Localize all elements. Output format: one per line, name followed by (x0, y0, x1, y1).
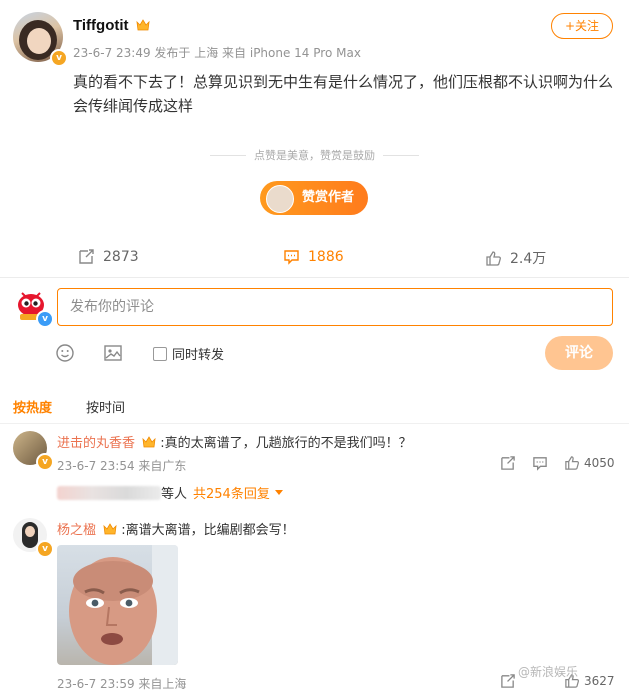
comment-body: 杨之楹 :离谱大离谱，比编剧都会写！ (57, 519, 295, 538)
comment-count: 1886 (308, 248, 344, 265)
follow-button[interactable]: +关注 (551, 13, 613, 39)
like-count: 2.4万 (510, 251, 547, 267)
reply-count[interactable]: 共254条回复 (193, 483, 270, 502)
reward-note: 点赞是美意，赞赏是鼓励 (0, 147, 629, 163)
verified-badge-icon: v (36, 310, 54, 328)
repost-check-label: 同时转发 (172, 348, 225, 363)
repost-action[interactable]: 2873 (78, 248, 139, 265)
reward-note-text: 点赞是美意，赞赏是鼓励 (254, 149, 375, 162)
commenter-name[interactable]: 杨之楹 (57, 523, 96, 538)
comment-text: :离谱大离谱，比编剧都会写！ (121, 523, 295, 538)
repost-count: 2873 (103, 248, 139, 265)
chevron-down-icon (274, 490, 283, 495)
comment-meta: 23-6-7 23:59 来自上海 (57, 677, 187, 691)
image-icon[interactable] (103, 343, 123, 363)
author-name[interactable]: Tiffgotit (73, 17, 129, 34)
tab-sort-time[interactable]: 按时间 (86, 397, 125, 416)
comment-input[interactable] (57, 288, 613, 326)
comment-image[interactable] (57, 545, 178, 665)
reward-author-button[interactable]: 赞赏作者 (260, 181, 368, 215)
verified-badge-icon: v (36, 540, 54, 558)
crown-icon (103, 523, 117, 535)
repost-checkbox[interactable]: 同时转发 (153, 344, 224, 363)
post-meta: 23-6-7 23:49 发布于 上海 来自 iPhone 14 Pro Max (73, 46, 361, 60)
divider (0, 277, 629, 278)
meme-face-image (69, 545, 178, 665)
commenter-name[interactable]: 进击的丸香香 (57, 436, 135, 451)
reward-button-label: 赞赏作者 (302, 190, 355, 205)
blurred-usernames (57, 485, 161, 500)
comment-like-count: 4050 (584, 456, 615, 470)
comment-meta: 23-6-7 23:54 来自广东 (57, 459, 187, 473)
crown-icon (142, 436, 156, 448)
crown-icon (136, 19, 150, 31)
checkbox-box[interactable] (153, 346, 167, 361)
comment-text: :真的太离谱了，几趟旅行的不是我们吗！？ (160, 436, 412, 451)
tab-sort-hot[interactable]: 按热度 (13, 397, 52, 416)
comment-body: 进击的丸香香 :真的太离谱了，几趟旅行的不是我们吗！？ (57, 432, 412, 451)
reward-avatar (266, 185, 294, 213)
verified-badge-icon: v (50, 49, 68, 67)
comment-action[interactable]: 1886 (283, 248, 344, 265)
comment-like[interactable]: 4050 (564, 455, 615, 471)
thumbs-up-icon (486, 250, 501, 266)
verified-badge-icon: v (36, 453, 54, 471)
like-action[interactable]: 2.4万 (485, 248, 546, 268)
comment-icon (284, 250, 299, 265)
comment-like-count: 3627 (584, 674, 615, 688)
reply-suffix: 等人 (161, 487, 188, 502)
post-text: 真的看不下去了！总算见识到无中生有是什么情况了，他们压根都不认识啊为什么会传绯闻… (73, 73, 614, 115)
divider (0, 423, 629, 424)
comment-repost-icon[interactable] (500, 673, 516, 689)
watermark: @新浪娱乐 (518, 665, 579, 679)
submit-comment-button[interactable]: 评论 (545, 336, 613, 370)
emoji-icon[interactable] (55, 343, 75, 363)
thumbs-up-icon (565, 456, 579, 470)
repost-icon (79, 249, 94, 264)
comment-reply-icon[interactable] (532, 455, 548, 471)
reply-summary[interactable]: 等人 共254条回复 (57, 483, 283, 502)
comment-repost-icon[interactable] (500, 455, 516, 471)
